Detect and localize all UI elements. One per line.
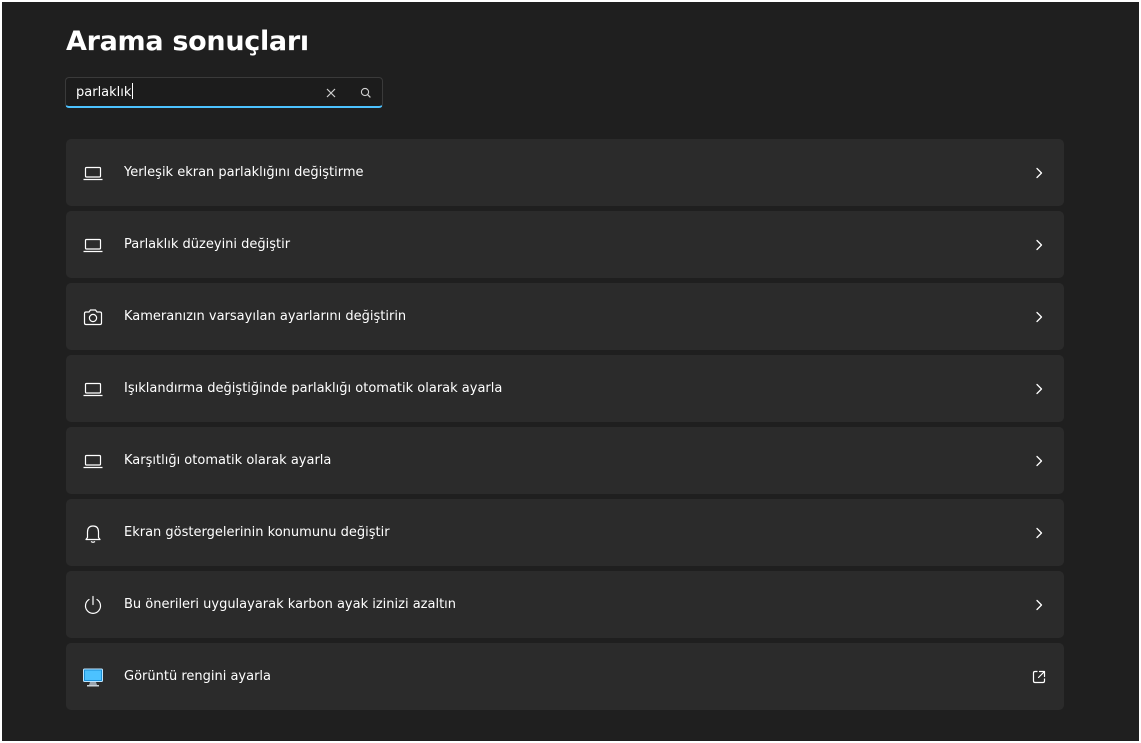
bell-icon (82, 522, 104, 544)
chevron-right-icon (1032, 166, 1046, 180)
search-result-row[interactable]: Ekran göstergelerinin konumunu değiştir (66, 499, 1064, 566)
laptop-icon (82, 234, 104, 256)
search-result-label: Yerleşik ekran parlaklığını değiştirme (124, 165, 364, 180)
search-result-row[interactable]: Parlaklık düzeyini değiştir (66, 211, 1064, 278)
search-icon[interactable] (357, 84, 375, 102)
search-result-label: Bu önerileri uygulayarak karbon ayak izi… (124, 597, 457, 612)
search-result-label: Parlaklık düzeyini değiştir (124, 237, 291, 252)
chevron-right-icon (1032, 526, 1046, 540)
search-input[interactable]: parlaklık (76, 83, 134, 103)
search-box[interactable]: parlaklık (65, 77, 383, 108)
power-icon (82, 594, 104, 616)
search-result-row[interactable]: Işıklandırma değiştiğinde parlaklığı oto… (66, 355, 1064, 422)
search-result-row[interactable]: Bu önerileri uygulayarak karbon ayak izi… (66, 571, 1064, 638)
chevron-right-icon (1032, 238, 1046, 252)
close-icon[interactable] (322, 84, 340, 102)
laptop-icon (82, 378, 104, 400)
search-results-list: Yerleşik ekran parlaklığını değiştirme P… (66, 139, 1064, 715)
search-result-label: Işıklandırma değiştiğinde parlaklığı oto… (124, 381, 503, 396)
external-link-icon (1030, 668, 1048, 686)
laptop-icon (82, 162, 104, 184)
search-result-label: Ekran göstergelerinin konumunu değiştir (124, 525, 390, 540)
search-result-row[interactable]: Görüntü rengini ayarla (66, 643, 1064, 710)
page-title: Arama sonuçları (66, 26, 309, 57)
search-result-label: Karşıtlığı otomatik olarak ayarla (124, 453, 332, 468)
search-result-row[interactable]: Karşıtlığı otomatik olarak ayarla (66, 427, 1064, 494)
laptop-icon (82, 450, 104, 472)
text-caret (132, 83, 134, 99)
search-result-row[interactable]: Kameranızın varsayılan ayarlarını değişt… (66, 283, 1064, 350)
search-result-label: Kameranızın varsayılan ayarlarını değişt… (124, 309, 407, 324)
settings-window: Arama sonuçları parlaklık Yerleşik ekran… (2, 2, 1139, 741)
search-input-text: parlaklık (76, 85, 132, 100)
chevron-right-icon (1032, 382, 1046, 396)
chevron-right-icon (1032, 598, 1046, 612)
chevron-right-icon (1032, 310, 1046, 324)
chevron-right-icon (1032, 454, 1046, 468)
search-result-row[interactable]: Yerleşik ekran parlaklığını değiştirme (66, 139, 1064, 206)
camera-icon (82, 306, 104, 328)
search-result-label: Görüntü rengini ayarla (124, 669, 272, 684)
monitor-color-icon (82, 666, 104, 688)
